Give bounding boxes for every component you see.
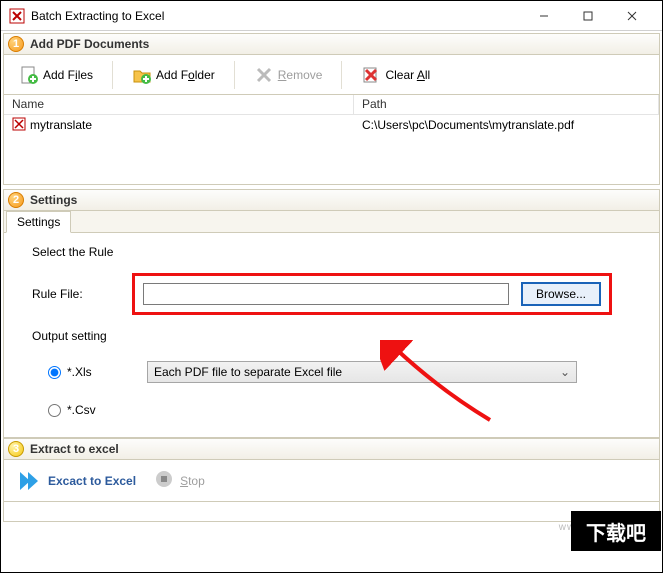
section-settings-header: 2 Settings: [3, 189, 660, 211]
app-icon: [9, 8, 25, 24]
close-button[interactable]: [610, 2, 654, 30]
step-2-badge: 2: [8, 192, 24, 208]
radio-csv[interactable]: [48, 404, 61, 417]
output-mode-value: Each PDF file to separate Excel file: [154, 365, 342, 379]
chevron-down-icon: ⌄: [560, 365, 570, 379]
titlebar: Batch Extracting to Excel: [1, 1, 662, 31]
minimize-button[interactable]: [522, 2, 566, 30]
separator: [341, 61, 342, 89]
extract-label: Excact to Excel: [48, 474, 136, 488]
col-name[interactable]: Name: [4, 95, 354, 114]
file-path: C:\Users\pc\Documents\mytranslate.pdf: [354, 116, 659, 134]
play-icon: [16, 468, 42, 494]
col-path[interactable]: Path: [354, 95, 659, 114]
stop-button[interactable]: Stop: [154, 469, 205, 492]
radio-csv-label: *.Csv: [67, 403, 96, 417]
separator: [234, 61, 235, 89]
radio-xls-label: *.Xls: [67, 365, 147, 379]
add-folder-button[interactable]: Add Folder: [123, 60, 224, 90]
file-list: Name Path mytranslate C:\Users\pc\Docume…: [3, 95, 660, 185]
extract-to-excel-button[interactable]: Excact to Excel: [16, 468, 136, 494]
clear-all-icon: [361, 65, 381, 85]
output-mode-select[interactable]: Each PDF file to separate Excel file ⌄: [147, 361, 577, 383]
list-header: Name Path: [4, 95, 659, 115]
section-add-label: Add PDF Documents: [30, 37, 149, 51]
clear-all-button[interactable]: Clear All: [352, 60, 439, 90]
step-3-badge: 3: [8, 441, 24, 457]
pdf-icon: [12, 117, 26, 134]
remove-button[interactable]: Remove: [245, 60, 332, 90]
list-row[interactable]: mytranslate C:\Users\pc\Documents\mytran…: [4, 115, 659, 135]
window-title: Batch Extracting to Excel: [31, 9, 522, 23]
settings-panel: Settings Select the Rule Rule File: Brow…: [3, 211, 660, 438]
step-1-badge: 1: [8, 36, 24, 52]
corner-logo: 下载吧: [571, 511, 661, 551]
select-rule-label: Select the Rule: [32, 245, 113, 259]
statusbar: [3, 502, 660, 522]
separator: [112, 61, 113, 89]
add-files-button[interactable]: Add Files: [10, 60, 102, 90]
browse-button[interactable]: Browse...: [521, 282, 601, 306]
add-files-icon: [19, 65, 39, 85]
remove-icon: [254, 65, 274, 85]
file-name: mytranslate: [30, 118, 92, 132]
output-setting-label: Output setting: [32, 329, 107, 343]
rule-highlight-frame: Browse...: [132, 273, 612, 315]
settings-tabstrip: Settings: [4, 211, 659, 233]
section-extract-label: Extract to excel: [30, 442, 119, 456]
tab-settings[interactable]: Settings: [6, 211, 71, 233]
maximize-button[interactable]: [566, 2, 610, 30]
section-settings-label: Settings: [30, 193, 77, 207]
extract-toolbar: Excact to Excel Stop: [3, 460, 660, 502]
section-extract-header: 3 Extract to excel: [3, 438, 660, 460]
toolbar: Add Files Add Folder Remove Clear All: [3, 55, 660, 95]
radio-xls[interactable]: [48, 366, 61, 379]
rule-file-label: Rule File:: [32, 287, 132, 301]
rule-file-input[interactable]: [143, 283, 509, 305]
section-add-header: 1 Add PDF Documents: [3, 33, 660, 55]
stop-icon: [154, 469, 174, 492]
add-folder-icon: [132, 65, 152, 85]
